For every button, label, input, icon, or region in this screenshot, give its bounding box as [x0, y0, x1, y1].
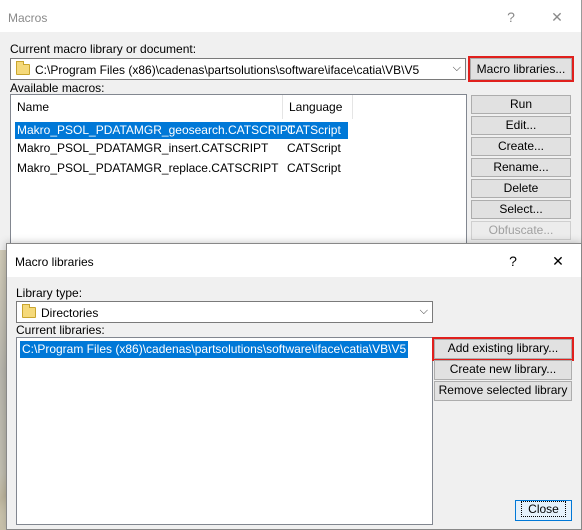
- chevron-down-icon[interactable]: ⌵: [453, 62, 461, 75]
- macro-name: Makro_PSOL_PDATAMGR_insert.CATSCRIPT: [17, 141, 269, 155]
- macro-row[interactable]: Makro_PSOL_PDATAMGR_geosearch.CATSCRIPT …: [15, 122, 348, 139]
- library-type-combo[interactable]: Directories ⌵: [16, 301, 433, 323]
- current-libraries-label: Current libraries:: [16, 323, 105, 337]
- library-type-label: Library type:: [16, 286, 83, 300]
- rename-button[interactable]: Rename...: [471, 158, 571, 177]
- macro-libraries-button[interactable]: Macro libraries...: [468, 56, 574, 82]
- remove-selected-library-button[interactable]: Remove selected library: [434, 381, 572, 401]
- edit-button[interactable]: Edit...: [471, 116, 571, 135]
- library-row[interactable]: C:\Program Files (x86)\cadenas\partsolut…: [20, 341, 409, 358]
- macros-titlebar: Macros ? ✕: [0, 0, 581, 32]
- close-icon[interactable]: ✕: [544, 250, 572, 272]
- macro-name: Makro_PSOL_PDATAMGR_replace.CATSCRIPT: [17, 161, 279, 175]
- libraries-list[interactable]: C:\Program Files (x86)\cadenas\partsolut…: [16, 337, 433, 525]
- folder-icon: [22, 304, 36, 318]
- folder-icon: [16, 61, 30, 75]
- run-button[interactable]: Run: [471, 95, 571, 114]
- obfuscate-button: Obfuscate...: [471, 221, 571, 240]
- macro-language: CATScript: [287, 123, 341, 137]
- libraries-title: Macro libraries: [15, 255, 94, 269]
- macros-list[interactable]: Name Language Makro_PSOL_PDATAMGR_geosea…: [10, 94, 467, 254]
- chevron-down-icon[interactable]: ⌵: [420, 305, 428, 318]
- macro-row[interactable]: Makro_PSOL_PDATAMGR_replace.CATSCRIPT CA…: [15, 160, 348, 177]
- help-icon[interactable]: ?: [497, 6, 525, 28]
- create-button[interactable]: Create...: [471, 137, 571, 156]
- close-button-label: Close: [521, 501, 566, 517]
- create-new-library-button[interactable]: Create new library...: [434, 360, 572, 380]
- macros-title: Macros: [8, 11, 48, 25]
- libraries-titlebar: Macro libraries ? ✕: [7, 244, 581, 277]
- macros-window: Macros ? ✕ Current macro library or docu…: [0, 0, 582, 254]
- macro-name: Makro_PSOL_PDATAMGR_geosearch.CATSCRIPT: [17, 123, 296, 137]
- delete-button[interactable]: Delete: [471, 179, 571, 198]
- macro-libraries-window: Macro libraries ? ✕ Library type: Direct…: [6, 243, 582, 530]
- select-button[interactable]: Select...: [471, 200, 571, 219]
- close-icon[interactable]: ✕: [543, 6, 571, 28]
- library-combo[interactable]: C:\Program Files (x86)\cadenas\partsolut…: [10, 58, 466, 80]
- macro-language: CATScript: [287, 161, 341, 175]
- library-type-value: Directories: [41, 306, 99, 320]
- library-label: Current macro library or document:: [10, 42, 197, 56]
- macro-row[interactable]: Makro_PSOL_PDATAMGR_insert.CATSCRIPT CAT…: [15, 140, 348, 157]
- close-button[interactable]: Close: [515, 500, 572, 521]
- library-path: C:\Program Files (x86)\cadenas\partsolut…: [35, 63, 420, 77]
- macro-language: CATScript: [287, 141, 341, 155]
- add-existing-library-button[interactable]: Add existing library...: [432, 337, 574, 361]
- language-column-header[interactable]: Language: [283, 95, 353, 119]
- help-icon[interactable]: ?: [499, 250, 527, 272]
- name-column-header[interactable]: Name: [11, 95, 283, 119]
- available-macros-label: Available macros:: [10, 81, 105, 95]
